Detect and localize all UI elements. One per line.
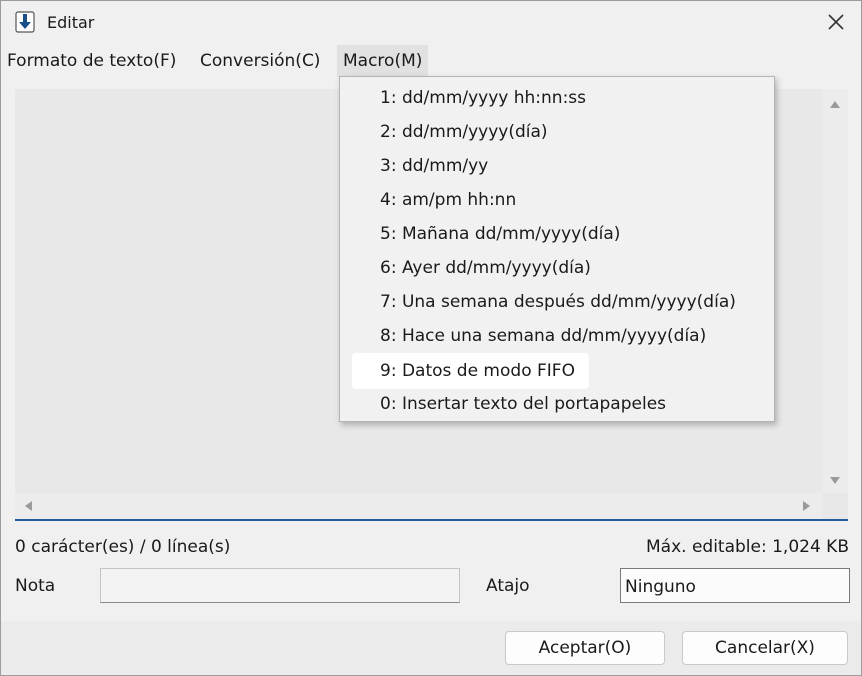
scroll-down-icon[interactable] bbox=[830, 477, 840, 484]
ok-button[interactable]: Aceptar(O) bbox=[505, 631, 665, 665]
scroll-up-icon[interactable] bbox=[830, 101, 840, 108]
scroll-right-icon[interactable] bbox=[803, 501, 810, 511]
menu-macro[interactable]: Macro(M) bbox=[337, 45, 429, 77]
macro-item-0[interactable]: 0: Insertar texto del portapapeles bbox=[352, 387, 680, 421]
macro-dropdown-menu: 1: dd/mm/yyyy hh:nn:ss 2: dd/mm/yyyy(día… bbox=[339, 76, 775, 422]
macro-item-8[interactable]: 8: Hace una semana dd/mm/yyyy(día) bbox=[352, 319, 720, 353]
cancel-button[interactable]: Cancelar(X) bbox=[682, 631, 848, 665]
macro-item-1[interactable]: 1: dd/mm/yyyy hh:nn:ss bbox=[352, 81, 600, 115]
vertical-scrollbar[interactable] bbox=[822, 89, 848, 493]
note-label: Nota bbox=[15, 576, 56, 596]
download-arrow-icon bbox=[15, 11, 35, 33]
dialog-footer: Aceptar(O) Cancelar(X) bbox=[1, 621, 861, 675]
shortcut-value: Ninguno bbox=[625, 577, 696, 597]
scroll-left-icon[interactable] bbox=[25, 501, 32, 511]
macro-item-5[interactable]: 5: Mañana dd/mm/yyyy(día) bbox=[352, 217, 634, 251]
macro-item-2[interactable]: 2: dd/mm/yyyy(día) bbox=[352, 115, 562, 149]
macro-item-3[interactable]: 3: dd/mm/yy bbox=[352, 149, 502, 183]
macro-item-4[interactable]: 4: am/pm hh:nn bbox=[352, 183, 530, 217]
char-count: 0 carácter(es) / 0 línea(s) bbox=[15, 537, 231, 557]
shortcut-field[interactable]: Ninguno bbox=[620, 568, 850, 603]
menu-conversion[interactable]: Conversión(C) bbox=[194, 45, 326, 77]
max-editable: Máx. editable: 1,024 KB bbox=[646, 537, 849, 557]
note-input[interactable] bbox=[100, 568, 460, 603]
close-icon[interactable] bbox=[825, 11, 847, 33]
window-title: Editar bbox=[47, 13, 95, 32]
menu-bar: Formato de texto(F) Conversión(C) Macro(… bbox=[1, 45, 861, 77]
title-bar: Editar bbox=[1, 1, 861, 45]
editor-focus-line bbox=[15, 519, 848, 521]
macro-item-6[interactable]: 6: Ayer dd/mm/yyyy(día) bbox=[352, 251, 605, 285]
shortcut-label: Atajo bbox=[486, 576, 530, 596]
macro-item-9[interactable]: 9: Datos de modo FIFO bbox=[352, 353, 589, 389]
horizontal-scrollbar[interactable] bbox=[15, 493, 822, 519]
macro-item-7[interactable]: 7: Una semana después dd/mm/yyyy(día) bbox=[352, 285, 750, 319]
menu-text-format[interactable]: Formato de texto(F) bbox=[1, 45, 182, 77]
edit-dialog: Editar Formato de texto(F) Conversión(C)… bbox=[0, 0, 862, 676]
